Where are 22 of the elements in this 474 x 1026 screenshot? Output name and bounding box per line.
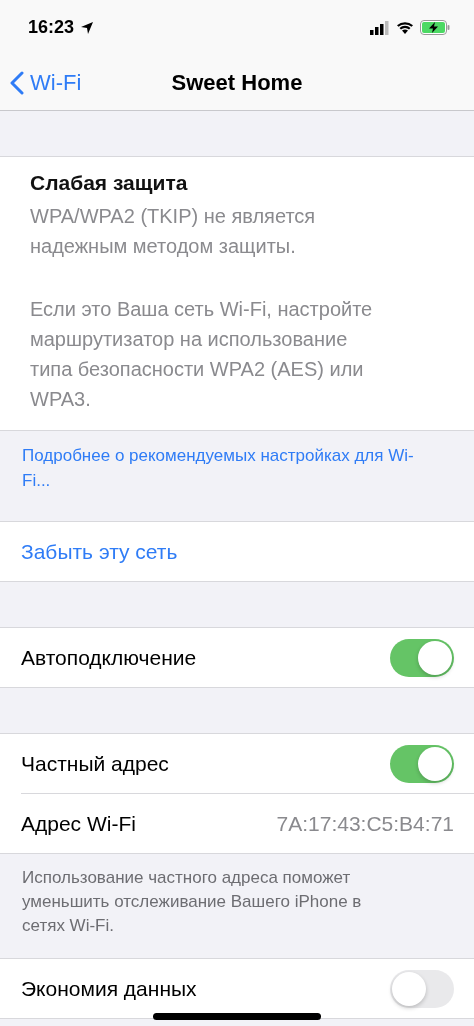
setting-label: Экономия данных <box>21 976 197 1001</box>
forget-network-link[interactable]: Забыть эту сеть <box>21 539 178 564</box>
warning-title: Слабая защита <box>30 171 189 195</box>
setting-value: 7A:17:43:C5:B4:71 <box>276 811 454 836</box>
wifi-icon <box>396 21 414 34</box>
status-time: 16:23 <box>28 17 75 38</box>
signal-icon <box>370 20 390 35</box>
setting-label: Частный адрес <box>21 751 169 776</box>
learn-more-link[interactable]: Подробнее о рекомендуемых настройках для Wi-Fi... <box>0 431 474 521</box>
toggle-switch[interactable] <box>390 744 454 783</box>
screen-title: Sweet Home <box>171 69 303 95</box>
footer-note: Использование частного адреса поможет уменьшить отслеживание Вашего iPhone в сетях Wi-Fi. <box>21 867 363 937</box>
chevron-left-icon <box>10 70 24 95</box>
back-button[interactable]: Wi-Fi <box>0 68 88 97</box>
warning-text: WPA/WPA2 (TKIP) не является надежным методом защиты. <box>30 204 317 259</box>
battery-icon <box>420 20 450 35</box>
setting-label: Адрес Wi-Fi <box>21 811 136 836</box>
location-arrow-icon <box>80 20 95 35</box>
warning-text: Если это Ваша сеть Wi-Fi, настройте маршрутизатор на использование типа безопасности WPA2 (AES) или WPA3. <box>30 297 374 412</box>
toggle-switch[interactable] <box>390 638 454 677</box>
setting-label: Автоподключение <box>21 645 197 670</box>
toggle-switch[interactable] <box>390 969 454 1008</box>
